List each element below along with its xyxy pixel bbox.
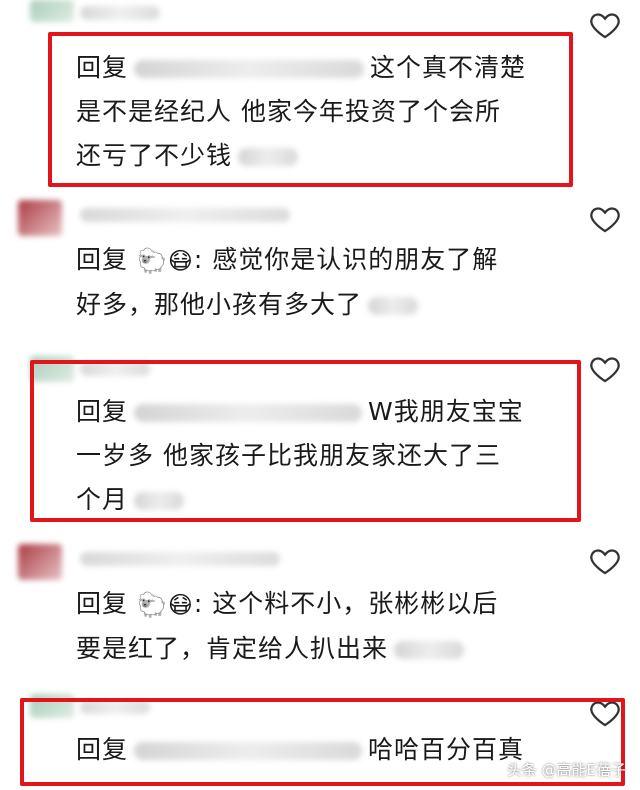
comment-line: 是不是经纪人 他家今年投资了个会所 xyxy=(76,97,501,126)
redacted-blur xyxy=(368,297,419,315)
like-heart-icon[interactable] xyxy=(588,352,622,386)
reply-prefix: 回复 xyxy=(76,397,129,426)
comment-item: 回复 🐑😷: 感觉你是认识的朋友了解 好多，那他小孩有多大了 xyxy=(0,190,640,340)
comment-line: 还亏了不少钱 xyxy=(76,141,233,170)
redacted-blur xyxy=(238,148,299,166)
sheep-emoji-icon: 🐑 xyxy=(136,247,168,275)
comment-line: : 感觉你是认识的朋友了解 xyxy=(193,245,499,274)
watermark: 头条 @高能E蓓子 xyxy=(506,761,626,779)
avatar[interactable] xyxy=(18,544,62,580)
comment-item: 回复 🐑😷: 这个料不小，张彬彬以后 要是红了，肯定给人扒出来 xyxy=(0,530,640,690)
reply-prefix: 回复 xyxy=(76,245,129,274)
like-heart-icon[interactable] xyxy=(588,544,622,578)
comment-line: 个月 xyxy=(76,485,129,514)
comment-line: W我朋友宝宝 xyxy=(368,397,524,426)
avatar[interactable] xyxy=(30,0,74,22)
like-heart-icon[interactable] xyxy=(588,202,622,236)
reply-prefix: 回复 xyxy=(76,589,129,618)
comment-line: 要是红了，肯定给人扒出来 xyxy=(76,634,389,663)
comment-text: 回复 W我朋友宝宝 一岁多 他家孩子比我朋友家还大了三 个月 xyxy=(76,390,576,522)
username-blurred[interactable] xyxy=(80,208,290,222)
redacted-blur xyxy=(394,641,465,659)
comment-text: 回复 🐑😷: 感觉你是认识的朋友了解 好多，那他小孩有多大了 xyxy=(76,238,576,327)
comment-text: 回复 这个真不清楚 是不是经纪人 他家今年投资了个会所 还亏了不少钱 xyxy=(76,46,576,178)
comment-line: 这个真不清楚 xyxy=(370,53,527,82)
comment-item: 回复 这个真不清楚 是不是经纪人 他家今年投资了个会所 还亏了不少钱 xyxy=(0,0,640,190)
comment-text: 回复 🐑😷: 这个料不小，张彬彬以后 要是红了，肯定给人扒出来 xyxy=(76,582,576,671)
mention-blurred[interactable] xyxy=(134,404,363,422)
comment-line: 好多，那他小孩有多大了 xyxy=(76,290,363,319)
mask-face-emoji-icon: 😷 xyxy=(167,247,194,275)
comment-line: 哈哈百分百真 xyxy=(368,735,525,764)
sheep-emoji-icon: 🐑 xyxy=(136,591,168,619)
username-blurred[interactable] xyxy=(80,552,280,566)
redacted-blur xyxy=(134,492,185,510)
comment-line: 一岁多 他家孩子比我朋友家还大了三 xyxy=(76,441,501,470)
username-blurred[interactable] xyxy=(80,6,160,20)
reply-prefix: 回复 xyxy=(76,735,129,764)
reply-prefix: 回复 xyxy=(76,53,129,82)
like-heart-icon[interactable] xyxy=(588,8,622,42)
comment-line: : 这个料不小，张彬彬以后 xyxy=(193,589,499,618)
mention-blurred[interactable] xyxy=(134,742,363,760)
comment-item: 回复 W我朋友宝宝 一岁多 他家孩子比我朋友家还大了三 个月 xyxy=(0,340,640,530)
mention-blurred[interactable] xyxy=(134,60,365,78)
avatar[interactable] xyxy=(18,200,62,236)
mask-face-emoji-icon: 😷 xyxy=(167,591,194,619)
